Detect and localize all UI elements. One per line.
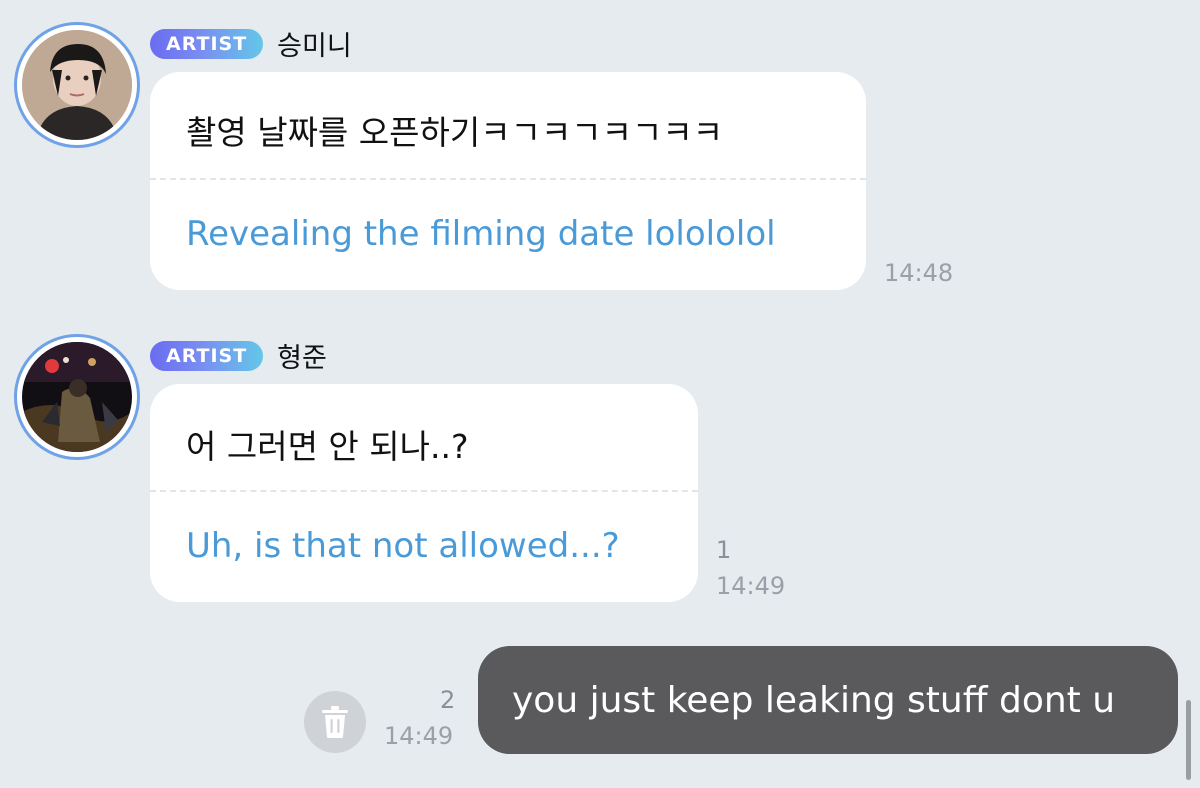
sender-name: 승미니 xyxy=(277,31,352,62)
message-bubble[interactable]: 촬영 날짜를 오픈하기ㅋㄱㅋㄱㅋㄱㅋㅋ Revealing the filmin… xyxy=(150,72,866,290)
unread-count: 2 xyxy=(440,686,456,714)
sender-row: ARTIST 형준 xyxy=(150,336,327,375)
avatar-photo xyxy=(22,342,132,452)
message-original-text: 촬영 날짜를 오픈하기ㅋㄱㅋㄱㅋㄱㅋㅋ xyxy=(186,113,724,152)
avatar-photo xyxy=(22,30,132,140)
translation-divider xyxy=(150,178,866,180)
avatar[interactable] xyxy=(14,22,140,148)
message-bubble[interactable]: 어 그러면 안 되나..? Uh, is that not allowed...… xyxy=(150,384,698,602)
artist-badge: ARTIST xyxy=(150,28,264,59)
translation-divider xyxy=(150,490,698,492)
sender-name: 형준 xyxy=(277,343,327,374)
message-time: 14:48 xyxy=(884,259,954,287)
avatar[interactable] xyxy=(14,334,140,460)
delete-button[interactable] xyxy=(304,691,366,753)
artist-badge: ARTIST xyxy=(150,340,264,371)
message-translation-text: Uh, is that not allowed...? xyxy=(186,526,620,566)
message-translation-text: Revealing the filming date lolololol xyxy=(186,214,776,254)
message-time: 14:49 xyxy=(716,572,786,600)
message-original-text: 어 그러면 안 되나..? xyxy=(186,427,469,466)
message-time: 14:49 xyxy=(384,722,454,750)
my-message-text: you just keep leaking stuff dont u xyxy=(512,679,1116,721)
scrollbar[interactable] xyxy=(1186,700,1191,780)
my-message-bubble[interactable]: you just keep leaking stuff dont u xyxy=(478,646,1178,754)
unread-count: 1 xyxy=(716,536,732,564)
trash-icon xyxy=(322,706,348,738)
sender-row: ARTIST 승미니 xyxy=(150,24,352,63)
